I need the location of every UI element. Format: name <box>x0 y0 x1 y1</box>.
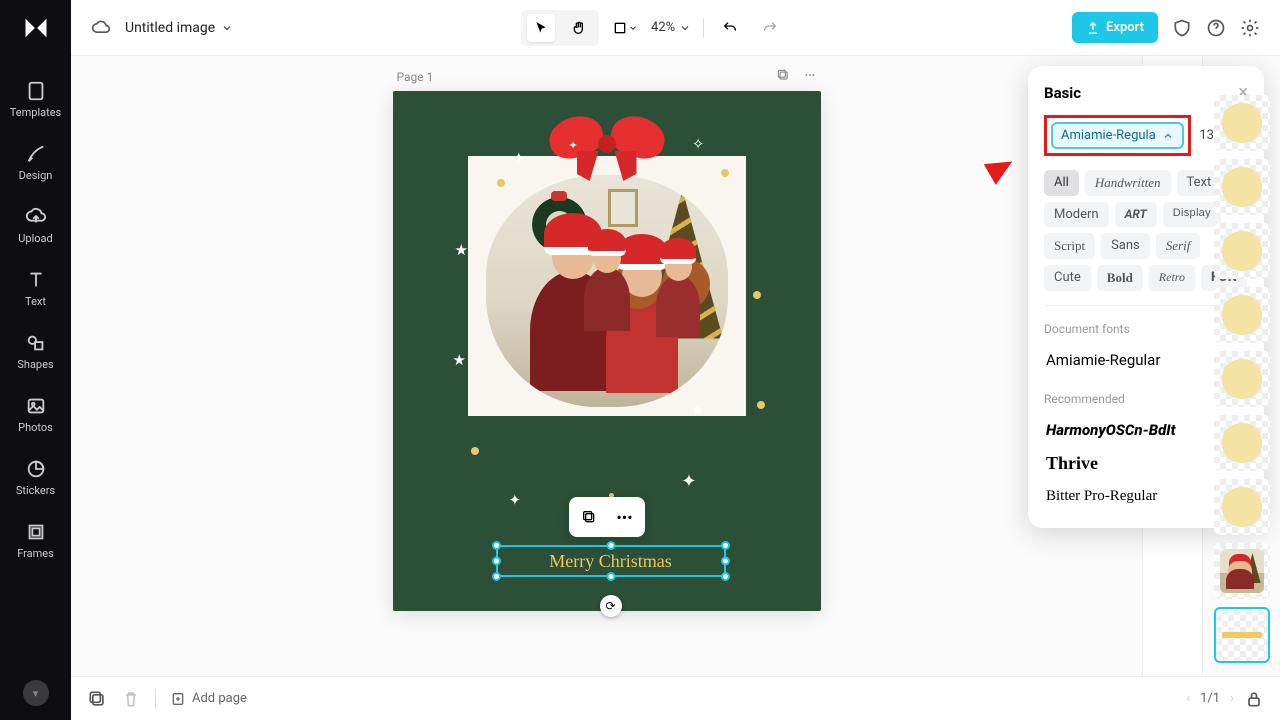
add-page-label: Add page <box>192 691 247 706</box>
more-element-icon[interactable]: ••• <box>611 503 639 531</box>
layer-thumb[interactable] <box>1214 95 1270 151</box>
canvas-frame[interactable]: ✦ ✦ ✧ ★ ★ ★ ✦ ✦ ••• Merry Chri <box>393 91 821 611</box>
canvas-text: Merry Christmas <box>549 551 671 572</box>
nav-design[interactable]: Design <box>0 131 71 194</box>
prev-page-icon[interactable]: ‹ <box>1186 691 1190 706</box>
left-sidebar: Templates Design Upload Text Shapes Phot… <box>0 0 71 720</box>
nav-design-label: Design <box>19 169 53 182</box>
hand-tool[interactable] <box>565 14 593 42</box>
chip-script[interactable]: Script <box>1044 233 1095 259</box>
undo-button[interactable] <box>716 14 744 42</box>
document-title-text: Untitled image <box>125 20 215 36</box>
bottom-bar: Add page ‹ 1/1 › <box>71 676 1280 720</box>
add-page-button[interactable]: Add page <box>170 691 247 707</box>
font-family-select[interactable]: Amiamie-Regula <box>1051 122 1184 149</box>
layer-thumb[interactable] <box>1214 287 1270 343</box>
nav-upload[interactable]: Upload <box>0 194 71 257</box>
panel-title: Basic <box>1044 84 1081 102</box>
chip-all[interactable]: All <box>1044 170 1079 196</box>
duplicate-element-icon[interactable] <box>575 503 603 531</box>
nav-stickers-label: Stickers <box>16 484 55 497</box>
nav-photos-label: Photos <box>18 421 53 434</box>
nav-templates[interactable]: Templates <box>0 68 71 131</box>
selected-text-element[interactable]: Merry Christmas ⟳ <box>496 545 726 577</box>
settings-icon[interactable] <box>1240 18 1260 38</box>
page-label-text: Page 1 <box>397 70 434 84</box>
nav-upload-label: Upload <box>18 232 52 245</box>
chip-art[interactable]: ART <box>1115 202 1157 227</box>
shield-icon[interactable] <box>1172 18 1192 38</box>
nav-stickers[interactable]: Stickers <box>0 446 71 509</box>
next-page-icon[interactable]: › <box>1230 691 1234 706</box>
pages-icon[interactable] <box>87 689 107 709</box>
rotate-handle[interactable]: ⟳ <box>600 595 622 617</box>
chip-cute[interactable]: Cute <box>1044 265 1091 291</box>
nav-text[interactable]: Text <box>0 257 71 320</box>
chip-retro[interactable]: Retro <box>1149 265 1195 291</box>
nav-frames-label: Frames <box>17 547 54 560</box>
tool-group <box>521 10 599 46</box>
crop-tool[interactable] <box>611 14 639 42</box>
bow-decoration <box>547 117 667 175</box>
layer-thumb[interactable] <box>1214 479 1270 535</box>
layer-thumb-photo[interactable] <box>1214 543 1270 599</box>
layer-thumb[interactable] <box>1214 159 1270 215</box>
canvas-area[interactable]: Page 1 ✦ ✦ ✧ ★ ★ ★ ✦ ✦ <box>71 56 1142 676</box>
page-navigation: ‹ 1/1 › <box>1186 689 1264 709</box>
chevron-down-icon <box>679 22 691 34</box>
layer-thumb[interactable] <box>1214 351 1270 407</box>
font-item-name: Amiamie-Regular <box>1046 351 1160 369</box>
element-toolbar: ••• <box>569 497 645 537</box>
font-family-value: Amiamie-Regula <box>1061 128 1156 143</box>
nav-frames[interactable]: Frames <box>0 509 71 572</box>
family-photo[interactable] <box>486 175 728 407</box>
font-select-highlight: Amiamie-Regula <box>1044 115 1191 156</box>
nav-shapes-label: Shapes <box>17 358 53 371</box>
collapse-sidebar-button[interactable]: ▾ <box>23 680 49 706</box>
nav-templates-label: Templates <box>10 106 61 119</box>
main-area: Untitled image 42% Export Page 1 <box>71 0 1280 720</box>
layer-thumb[interactable] <box>1214 415 1270 471</box>
lock-icon[interactable] <box>1244 689 1264 709</box>
chip-sans[interactable]: Sans <box>1101 233 1150 259</box>
zoom-value: 42% <box>651 20 675 35</box>
chip-display[interactable]: Display <box>1163 202 1221 227</box>
chip-modern[interactable]: Modern <box>1044 202 1109 227</box>
page-header: Page 1 <box>393 68 821 91</box>
page-number: 1/1 <box>1200 691 1220 706</box>
chip-serif[interactable]: Serif <box>1156 233 1201 259</box>
duplicate-page-icon[interactable] <box>776 68 790 82</box>
divider <box>155 689 156 709</box>
export-label: Export <box>1106 20 1144 35</box>
workspace: Page 1 ✦ ✦ ✧ ★ ★ ★ ✦ ✦ <box>71 56 1280 676</box>
cloud-icon[interactable] <box>91 18 111 38</box>
export-button[interactable]: Export <box>1072 12 1158 43</box>
top-bar: Untitled image 42% Export <box>71 0 1280 56</box>
app-logo[interactable] <box>22 14 50 42</box>
redo-button[interactable] <box>756 14 784 42</box>
cursor-tool[interactable] <box>527 14 555 42</box>
chevron-down-icon <box>221 22 233 34</box>
layer-thumb[interactable] <box>1214 223 1270 279</box>
layer-thumb-text-selected[interactable] <box>1214 607 1270 663</box>
nav-photos[interactable]: Photos <box>0 383 71 446</box>
chip-handwritten[interactable]: Handwritten <box>1085 170 1171 196</box>
chip-bold[interactable]: Bold <box>1097 265 1143 291</box>
zoom-control[interactable]: 42% <box>651 20 691 35</box>
more-icon[interactable] <box>803 68 817 82</box>
help-icon[interactable] <box>1206 18 1226 38</box>
chevron-up-icon <box>1162 130 1174 142</box>
divider <box>703 18 704 38</box>
nav-text-label: Text <box>25 295 46 308</box>
page-actions <box>766 68 817 85</box>
chevron-down-icon <box>628 23 638 33</box>
document-title[interactable]: Untitled image <box>125 20 233 36</box>
nav-shapes[interactable]: Shapes <box>0 320 71 383</box>
delete-icon[interactable] <box>121 689 141 709</box>
